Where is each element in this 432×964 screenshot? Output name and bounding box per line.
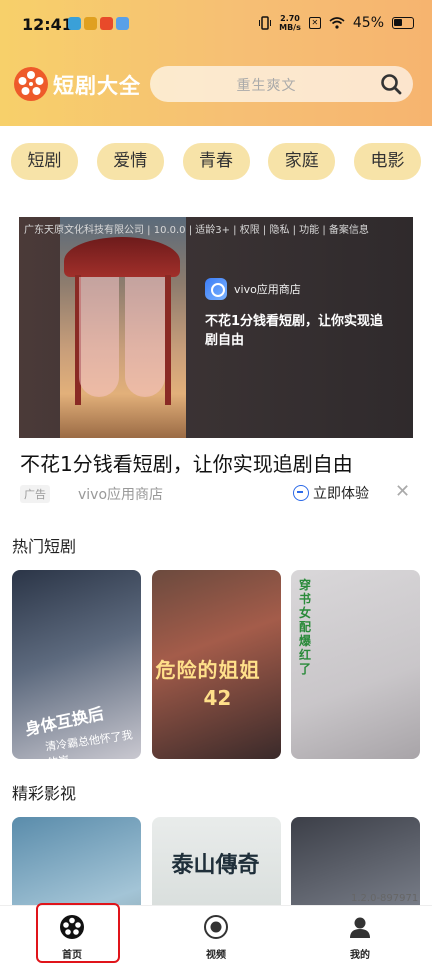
ad-headline: 不花1分钱看短剧，让你实现追剧自由 bbox=[205, 314, 384, 348]
drama-title: 危险的姐姐 bbox=[155, 658, 261, 682]
category-tabs: 短剧 爱情 青春 家庭 电影 bbox=[11, 143, 421, 180]
drama-card[interactable]: 穿书女配爆红了 bbox=[291, 570, 420, 759]
drama-card[interactable]: 危险的姐姐 42 bbox=[151, 570, 281, 759]
app-notification-icon bbox=[116, 17, 129, 30]
category-romance[interactable]: 爱情 bbox=[96, 143, 164, 180]
category-drama[interactable]: 短剧 bbox=[11, 143, 78, 180]
category-family[interactable]: 家庭 bbox=[268, 143, 336, 180]
drama-card[interactable]: 身体互换后 清冷霸总他怀了我的崽 bbox=[12, 570, 141, 759]
try-now-label: 立即体验 bbox=[313, 486, 369, 502]
ad-developer-info[interactable]: 广东天原文化科技有限公司 | 10.0.0 | 适龄3+ | 权限 | 隐私 |… bbox=[24, 221, 369, 236]
arrow-circle-icon bbox=[293, 485, 309, 501]
app-title: 短剧大全 bbox=[53, 74, 141, 98]
close-ad-icon[interactable]: ✕ bbox=[395, 481, 410, 502]
battery-percent: 45% bbox=[352, 15, 384, 31]
try-now-button[interactable]: 立即体验 bbox=[293, 483, 369, 503]
drama-title: 穿书女配爆红了 bbox=[299, 578, 312, 676]
category-movie[interactable]: 电影 bbox=[354, 143, 421, 180]
network-speed-unit: MB/s bbox=[279, 23, 301, 32]
ad-footer: 广告 vivo应用商店 立即体验 ✕ bbox=[20, 481, 414, 504]
network-speed: 2.70 MB/s bbox=[279, 14, 301, 32]
version-label: 1.2.0-897971 bbox=[351, 893, 419, 904]
battery-icon bbox=[392, 17, 414, 29]
ad-title[interactable]: 不花1分钱看短剧，让你实现追剧自由 bbox=[20, 448, 353, 477]
ad-banner[interactable]: 广东天原文化科技有限公司 | 10.0.0 | 适龄3+ | 权限 | 隐私 |… bbox=[19, 217, 413, 438]
movie-card[interactable] bbox=[12, 817, 141, 907]
ad-badge: 广告 bbox=[20, 485, 50, 503]
category-youth[interactable]: 青春 bbox=[182, 143, 250, 180]
vibrate-icon bbox=[259, 16, 272, 30]
tab-profile-label: 我的 bbox=[350, 950, 370, 961]
pavilion-pillar bbox=[165, 275, 171, 405]
tab-profile[interactable]: 我的 bbox=[320, 914, 400, 961]
pavilion-curtain bbox=[79, 277, 119, 397]
status-bar: 12:41 2.70 MB/s ✕ 45% bbox=[0, 0, 432, 50]
hot-drama-list: 身体互换后 清冷霸总他怀了我的崽 危险的姐姐 42 穿书女配爆红了 bbox=[12, 570, 420, 759]
pavilion-curtain bbox=[125, 277, 165, 397]
ad-store-name: vivo应用商店 bbox=[234, 283, 301, 296]
user-icon bbox=[350, 917, 370, 938]
film-reel-logo-icon bbox=[14, 67, 48, 101]
network-speed-value: 2.70 bbox=[280, 14, 300, 23]
tab-video[interactable]: 视频 bbox=[176, 914, 256, 961]
app-notification-icon bbox=[100, 17, 113, 30]
tab-video-label: 视频 bbox=[206, 950, 226, 961]
pavilion-roof bbox=[64, 237, 180, 277]
movie-card[interactable]: 泰山傳奇 bbox=[151, 817, 281, 907]
search-bar[interactable]: 重生爽文 bbox=[150, 66, 413, 102]
drama-number: 42 bbox=[203, 686, 232, 710]
search-icon[interactable] bbox=[380, 73, 402, 95]
status-time: 12:41 bbox=[22, 15, 73, 34]
app-store-logo-icon bbox=[205, 278, 227, 300]
ad-source: vivo应用商店 bbox=[78, 487, 164, 503]
wifi-icon bbox=[329, 17, 345, 29]
notification-icons bbox=[68, 17, 129, 30]
movie-title: 泰山傳奇 bbox=[171, 853, 260, 878]
record-icon bbox=[204, 915, 228, 939]
active-tab-highlight bbox=[36, 903, 120, 963]
sim-x-icon: ✕ bbox=[308, 17, 321, 29]
app-notification-icon bbox=[84, 17, 97, 30]
app-notification-icon bbox=[68, 17, 81, 30]
section-title-hot: 热门短剧 bbox=[12, 537, 77, 556]
search-input[interactable]: 重生爽文 bbox=[150, 75, 383, 95]
section-title-featured: 精彩影视 bbox=[12, 784, 77, 803]
